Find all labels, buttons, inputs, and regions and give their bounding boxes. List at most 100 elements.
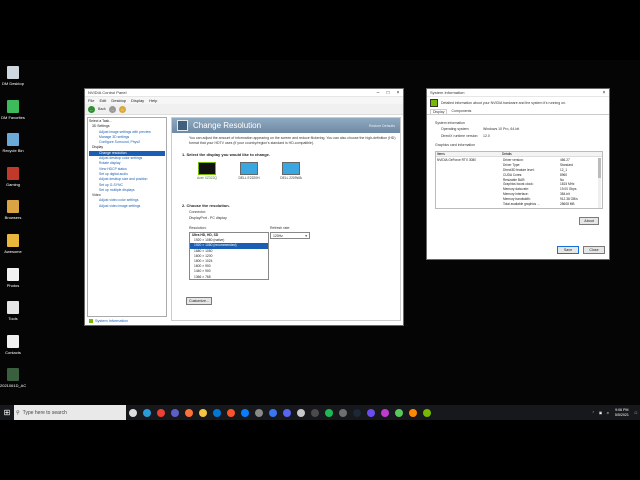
taskbar-app[interactable] <box>280 405 294 420</box>
desktop-icon[interactable]: Photos <box>0 267 26 288</box>
menu-item-desktop[interactable]: Desktop <box>111 98 126 103</box>
desktop-icon-label: DM Favorites <box>1 114 25 120</box>
desktop-icon[interactable]: Awesome <box>0 234 26 254</box>
desktop-icon[interactable]: Gaming <box>0 166 26 187</box>
volume-icon[interactable]: ♬ <box>606 411 610 415</box>
resolution-label: Resolution: <box>189 226 207 230</box>
save-button[interactable]: Save <box>557 246 579 254</box>
desktop-icon[interactable]: DM Favorites <box>0 99 26 120</box>
graphics-card-header: Graphics card information <box>435 143 476 147</box>
menu-item-edit[interactable]: Edit <box>99 98 106 103</box>
taskbar-app[interactable] <box>154 405 168 420</box>
clock-date: 5/5/2021 <box>614 412 629 417</box>
store-icon <box>213 408 221 417</box>
connector-label: Connector: <box>189 210 207 214</box>
menu-item-help[interactable]: Help <box>149 98 157 103</box>
desktop-icon[interactable]: 2021061D_ACE... <box>0 368 26 388</box>
system-information-link[interactable]: System Information <box>89 319 128 323</box>
taskbar-app[interactable] <box>308 405 322 420</box>
customize-button[interactable]: Customize... <box>186 297 212 305</box>
desktop-icon[interactable]: Contacts <box>0 334 26 355</box>
maximize-button[interactable]: □ <box>383 89 393 97</box>
home-icon[interactable]: ⌂ <box>118 105 126 113</box>
image-file-icon <box>7 368 19 382</box>
tab-display[interactable]: Display <box>430 109 448 114</box>
taskbar-app[interactable] <box>322 405 336 420</box>
desktop-icon[interactable]: DM Desktop <box>0 66 26 86</box>
about-button[interactable]: About <box>579 217 599 225</box>
toolbar: ← Back → ⌂ <box>85 104 403 115</box>
taskbar-app[interactable] <box>196 405 210 420</box>
taskbar-app[interactable] <box>224 405 238 420</box>
system-information-label: System Information <box>95 319 128 323</box>
taskbar-app[interactable] <box>182 405 196 420</box>
gpu-item[interactable]: NVIDIA GeForce RTX 3080 <box>437 158 476 162</box>
display-label: Acer XZ322Q <box>197 176 217 180</box>
browsers-folder-icon <box>7 200 19 214</box>
restore-defaults-link[interactable]: Restore Defaults <box>369 124 395 128</box>
taskbar-app[interactable] <box>252 405 266 420</box>
taskbar-app[interactable] <box>350 405 364 420</box>
graphics-card-grid: Items Details NVIDIA GeForce RTX 3080 Dr… <box>435 151 603 209</box>
forward-icon[interactable]: → <box>108 105 116 113</box>
taskbar-app[interactable] <box>210 405 224 420</box>
taskbar-app[interactable] <box>420 405 434 420</box>
taskbar-app[interactable] <box>392 405 406 420</box>
taskbar-app[interactable] <box>266 405 280 420</box>
close-dialog-button[interactable]: Close <box>583 246 605 254</box>
taskbar-app[interactable] <box>238 405 252 420</box>
lock-icon <box>297 408 305 417</box>
monitor-file-icon <box>7 66 19 79</box>
display-option[interactable]: Acer XZ322Q <box>196 162 218 180</box>
windows-start-icon[interactable]: ⊞ <box>0 405 14 420</box>
resolution-list[interactable]: Ultra HD, HD, SD 1920 × 1080 (native) 192… <box>189 232 269 280</box>
taskbar-app[interactable] <box>336 405 350 420</box>
taskbar-app[interactable] <box>168 405 182 420</box>
taskbar-app[interactable] <box>126 405 140 420</box>
menu-item-file[interactable]: File <box>88 98 94 103</box>
desktop-icon[interactable]: Tools <box>0 301 26 321</box>
media-icon <box>395 408 403 417</box>
menu-item-display[interactable]: Display <box>131 98 144 103</box>
notifications-icon[interactable]: □ <box>635 411 637 415</box>
tab-components[interactable]: Components <box>449 109 473 114</box>
signal-icon <box>269 408 277 417</box>
details-column-header: Details <box>502 152 512 156</box>
tray-overflow-icon[interactable]: ⌃ <box>592 411 595 415</box>
details-scrollbar[interactable] <box>598 158 601 208</box>
dialog-close-icon[interactable]: × <box>599 89 609 97</box>
minimize-button[interactable]: – <box>373 89 383 97</box>
network-icon[interactable]: ▣ <box>599 411 602 415</box>
desktop-icon-label: Photos <box>6 282 20 288</box>
step-1-heading: 1. Select the display you would like to … <box>182 152 271 157</box>
close-button[interactable]: × <box>393 89 403 97</box>
scrollbar-thumb[interactable] <box>598 158 601 178</box>
taskbar-app[interactable] <box>140 405 154 420</box>
photos-file-icon <box>7 267 19 281</box>
taskbar-search-box[interactable]: ⚲ Type here to search <box>14 405 126 420</box>
taskbar-apps <box>126 405 434 420</box>
steam-icon <box>353 408 361 417</box>
title-bar: NVIDIA Control Panel – □ × <box>85 89 403 97</box>
taskbar-app[interactable] <box>364 405 378 420</box>
taskbar-app[interactable] <box>406 405 420 420</box>
taskbar-clock[interactable]: 9:06 PM 5/5/2021 <box>615 408 629 417</box>
back-label[interactable]: Back <box>98 107 106 112</box>
display-option[interactable]: DELL 2209WA <box>280 162 302 180</box>
tree-item[interactable]: Adjust video image settings <box>89 204 165 209</box>
explorer-icon <box>199 408 207 417</box>
desktop-icon[interactable]: Browsers <box>0 200 26 220</box>
display-option[interactable]: DELL E2220H <box>238 162 260 180</box>
taskbar-app[interactable] <box>294 405 308 420</box>
step-2-heading: 2. Choose the resolution. <box>182 203 230 208</box>
taskbar-app[interactable] <box>378 405 392 420</box>
system-info-header: System information <box>435 121 465 125</box>
desktop-icon[interactable]: Recycle Bin <box>0 133 26 153</box>
display-settings-icon <box>177 120 188 131</box>
back-icon[interactable]: ← <box>88 105 95 113</box>
refresh-rate-select[interactable]: 120Hz ▾ <box>270 232 310 239</box>
directx-value: 12.0 <box>483 134 490 138</box>
change-resolution-panel: Change Resolution Restore Defaults You c… <box>171 117 401 321</box>
menu-bar: File Edit Desktop Display Help <box>85 97 403 104</box>
page-title: Change Resolution <box>193 121 262 130</box>
